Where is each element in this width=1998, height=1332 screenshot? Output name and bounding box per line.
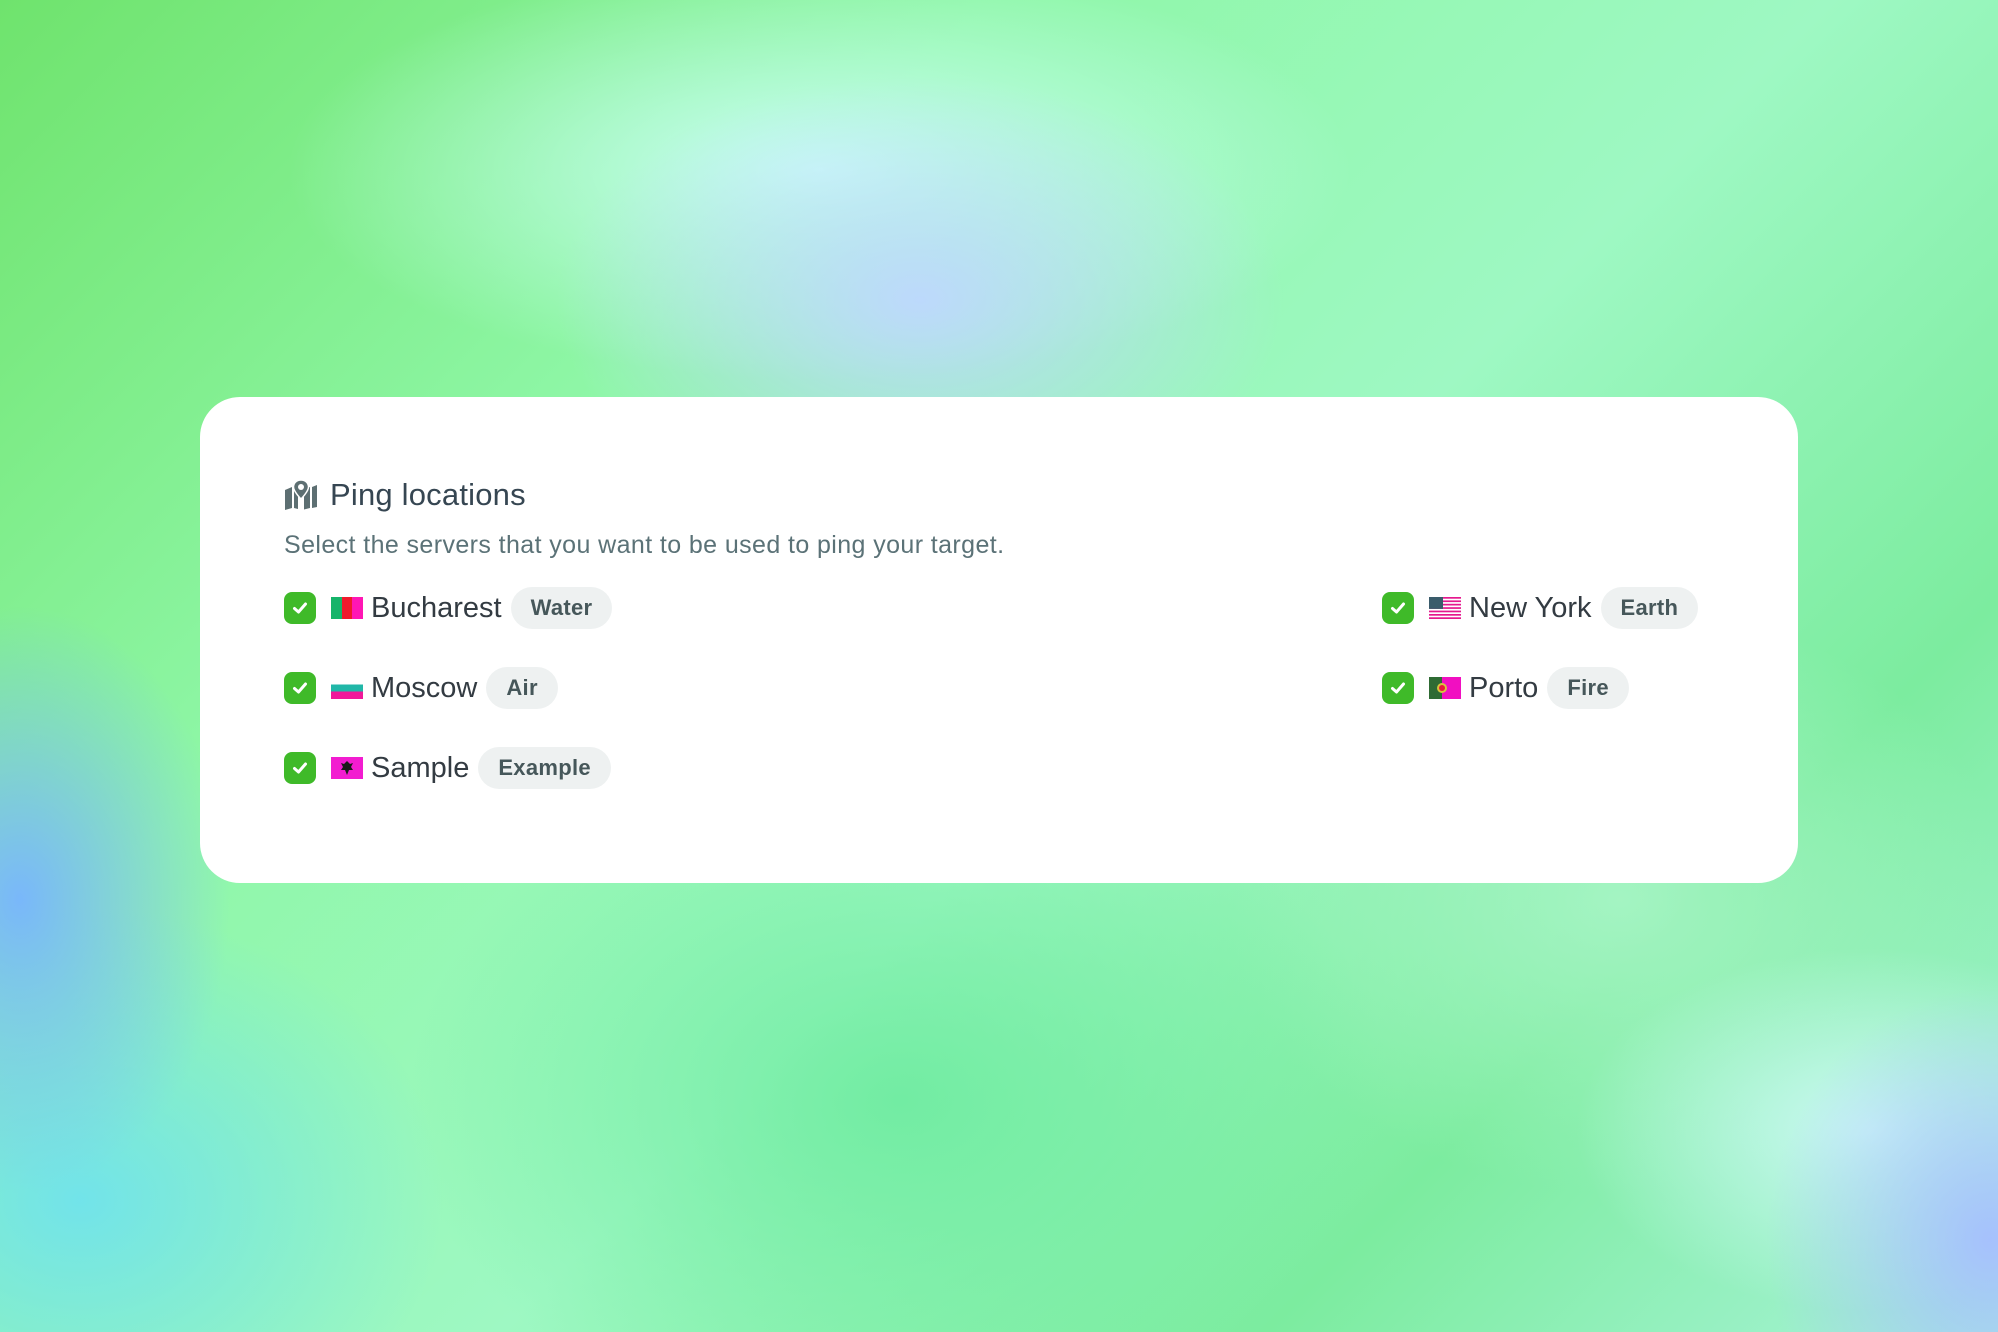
checkmark-icon (1391, 602, 1405, 614)
russia-flag-icon (331, 677, 363, 699)
location-tag: Air (486, 667, 558, 709)
city-name: Moscow (371, 671, 478, 704)
panel-subtitle: Select the servers that you want to be u… (284, 531, 1005, 559)
card-header: Ping locations (284, 477, 526, 513)
location-tag: Example (478, 747, 611, 789)
romania-flag-icon (331, 597, 363, 619)
location-bucharest[interactable]: Bucharest Water (284, 586, 613, 630)
portugal-flag-icon (1429, 677, 1461, 699)
location-checkbox[interactable] (284, 752, 316, 784)
location-checkbox[interactable] (1382, 672, 1414, 704)
location-moscow[interactable]: Moscow Air (284, 666, 558, 710)
city-name: Sample (371, 751, 470, 784)
checkmark-icon (293, 602, 307, 614)
location-checkbox[interactable] (284, 592, 316, 624)
map-pin-icon (285, 480, 317, 510)
location-checkbox[interactable] (284, 672, 316, 704)
checkmark-icon (293, 762, 307, 774)
city-name: Bucharest (371, 591, 502, 624)
location-new-york[interactable]: New York Earth (1382, 586, 1699, 630)
location-porto[interactable]: Porto Fire (1382, 666, 1629, 710)
location-tag: Fire (1547, 667, 1629, 709)
albania-flag-icon (331, 757, 363, 779)
location-tag: Water (510, 587, 613, 629)
location-checkbox[interactable] (1382, 592, 1414, 624)
checkmark-icon (293, 682, 307, 694)
panel-title: Ping locations (330, 477, 526, 512)
ping-locations-card: Ping locations Select the servers that y… (200, 397, 1798, 883)
city-name: Porto (1469, 671, 1539, 704)
city-name: New York (1469, 591, 1592, 624)
usa-flag-icon (1429, 597, 1461, 619)
location-sample[interactable]: Sample Example (284, 746, 611, 790)
checkmark-icon (1391, 682, 1405, 694)
location-tag: Earth (1600, 587, 1699, 629)
